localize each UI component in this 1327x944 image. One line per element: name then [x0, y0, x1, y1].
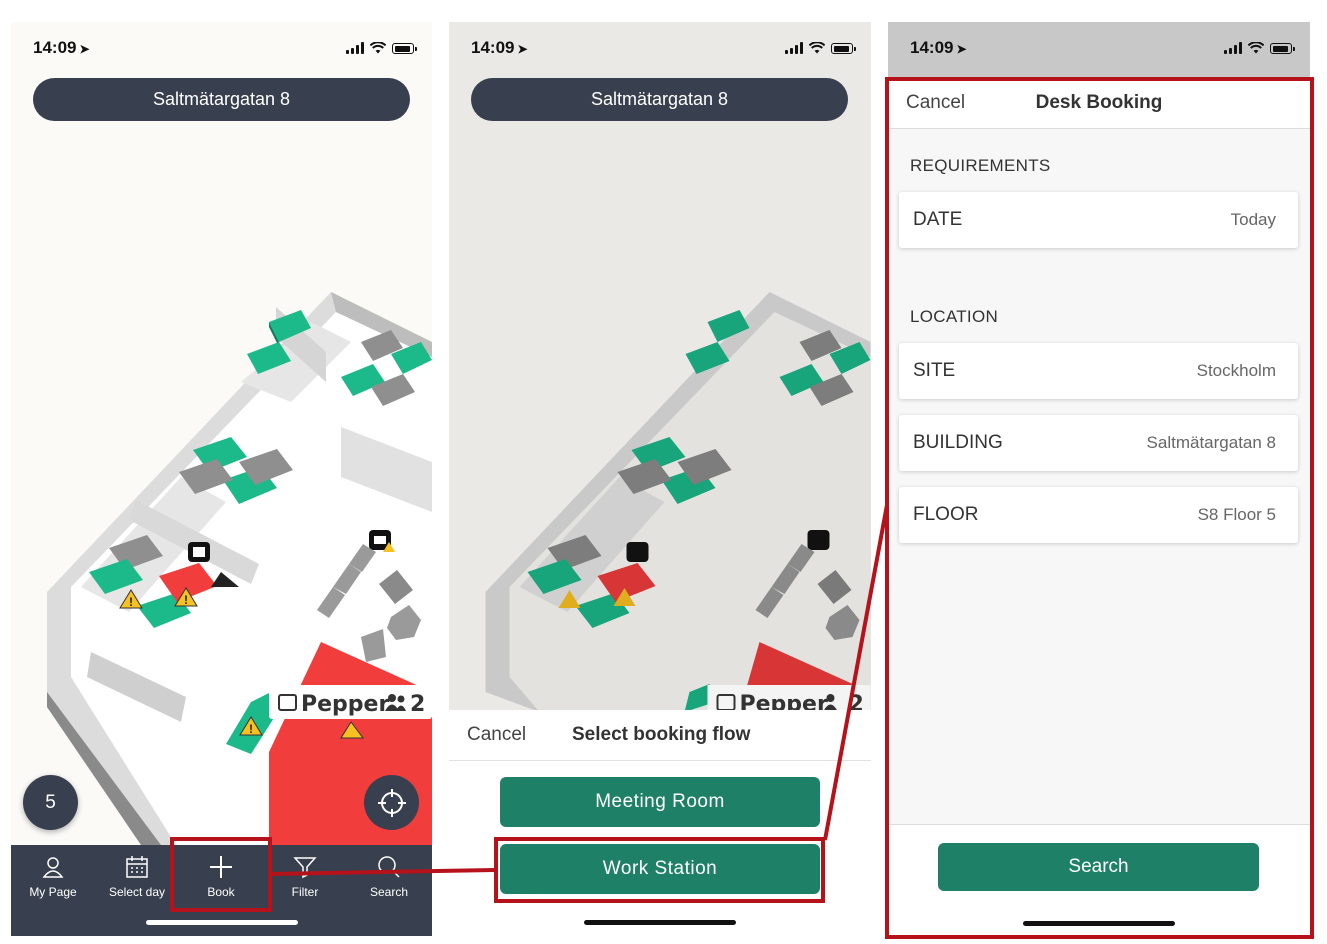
locate-button[interactable]	[364, 775, 419, 830]
desk-count-badge[interactable]: 5	[23, 775, 78, 830]
crosshair-icon	[377, 788, 406, 817]
battery-icon	[831, 43, 856, 54]
tab-filter[interactable]: Filter	[263, 855, 347, 899]
tab-my-page[interactable]: My Page	[11, 855, 95, 899]
person-icon	[42, 857, 64, 878]
signal-icon	[785, 42, 803, 54]
tab-label: Search	[369, 885, 409, 899]
cancel-button[interactable]: Cancel	[467, 724, 526, 746]
calendar-icon	[126, 856, 148, 878]
address-bar[interactable]: Saltmätargatan 8	[471, 78, 848, 121]
tab-label: Filter	[291, 885, 319, 899]
signal-icon	[346, 42, 364, 54]
highlight-work-station	[494, 837, 825, 903]
room-name: Pepper	[740, 692, 828, 712]
floor-map: Pepper 2	[485, 292, 871, 712]
status-time: 14:09 ➤	[33, 38, 90, 57]
room-capacity: 2	[410, 692, 425, 717]
search-icon	[378, 856, 400, 878]
highlight-book-tab	[170, 837, 272, 912]
tab-label: My Page	[29, 885, 77, 899]
location-arrow-icon: ➤	[956, 42, 967, 56]
svg-text:!: !	[184, 593, 188, 607]
tab-search[interactable]: Search	[347, 855, 431, 899]
tab-label: Select day	[108, 885, 166, 899]
highlight-desk-booking	[885, 77, 1314, 939]
room-name: Pepper	[301, 692, 389, 717]
printer-icon	[807, 530, 830, 550]
svg-text:!: !	[249, 722, 253, 736]
luggage-icon	[626, 542, 649, 562]
status-bar: 14:09 ➤	[449, 22, 871, 72]
status-icons	[785, 40, 856, 54]
battery-icon	[1270, 43, 1295, 54]
svg-text:!: !	[129, 595, 133, 609]
screen-map: 14:09 ➤ Saltmätargatan 8 ! ! ! Pepper 2 …	[11, 22, 432, 936]
floor-map[interactable]: ! ! ! Pepper 2	[11, 132, 432, 845]
meeting-room-button[interactable]: Meeting Room	[500, 777, 820, 827]
battery-icon	[392, 43, 417, 54]
room-label[interactable]: Pepper 2	[269, 685, 432, 719]
sheet-title: Select booking flow	[572, 724, 751, 745]
address-bar[interactable]: Saltmätargatan 8	[33, 78, 410, 121]
status-time: 14:09 ➤	[910, 38, 967, 57]
sheet-header: Cancel Select booking flow	[449, 710, 871, 761]
status-bar: 14:09 ➤	[888, 22, 1310, 78]
room-capacity: 2	[849, 692, 864, 712]
status-icons	[1224, 40, 1295, 54]
tab-select-day[interactable]: Select day	[95, 855, 179, 899]
location-arrow-icon: ➤	[79, 42, 90, 56]
status-time: 14:09 ➤	[471, 38, 528, 57]
wifi-icon	[370, 42, 386, 54]
signal-icon	[1224, 42, 1242, 54]
screen-booking-flow: 14:09 ➤ Saltmätargatan 8 Pepper 2 Cancel…	[449, 22, 871, 936]
home-indicator	[584, 920, 736, 925]
filter-icon	[293, 857, 317, 879]
wifi-icon	[809, 42, 825, 54]
location-arrow-icon: ➤	[517, 42, 528, 56]
status-bar: 14:09 ➤	[11, 22, 432, 72]
home-indicator	[145, 920, 298, 925]
status-icons	[346, 40, 417, 54]
wifi-icon	[1248, 42, 1264, 54]
room-label: Pepper 2	[707, 685, 871, 712]
